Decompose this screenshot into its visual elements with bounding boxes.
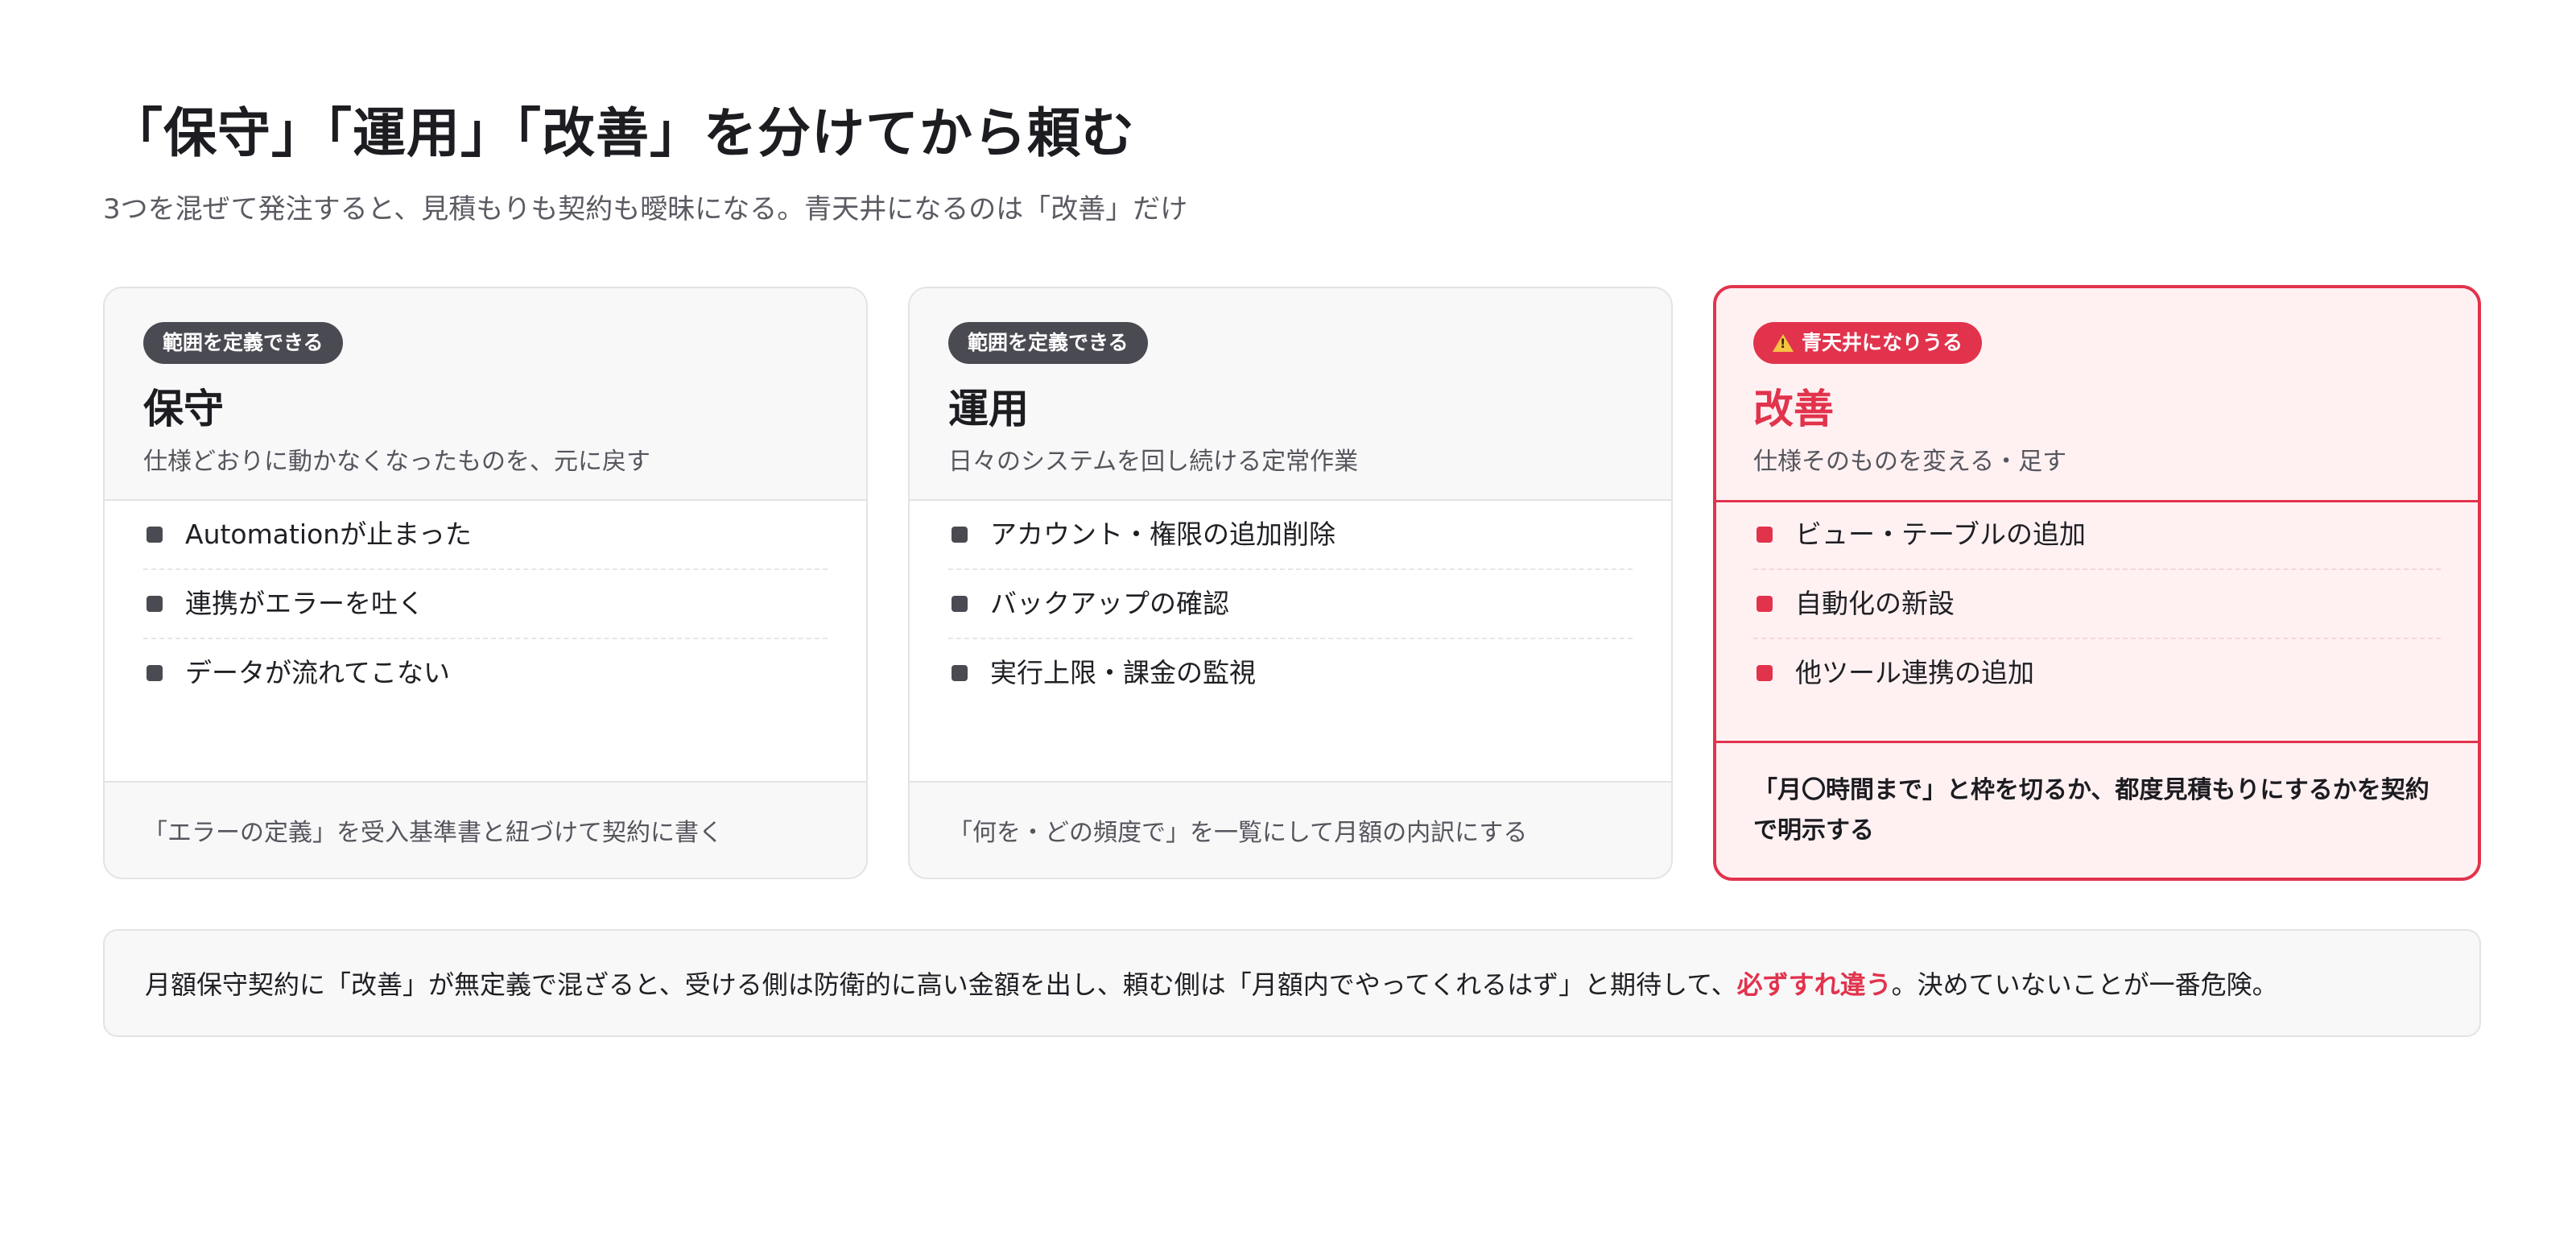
warning-icon xyxy=(1773,334,1794,352)
note-text-after: 。決めていないことが一番危険。 xyxy=(1891,969,2278,1000)
list-item: ビュー・テーブルの追加 xyxy=(1753,501,2441,570)
list-item: バックアップの確認 xyxy=(948,570,1633,639)
page-subtitle: 3つを混ぜて発注すると、見積もりも契約も曖昧になる。青天井になるのは「改善」だけ xyxy=(103,193,1188,225)
list-item: 自動化の新設 xyxy=(1753,570,2441,639)
card-title: 運用 xyxy=(948,386,1029,432)
card-header: 青天井になりうる 改善 仕様そのものを変える・足す xyxy=(1716,288,2478,502)
bullet-icon xyxy=(952,596,968,612)
list-item: 他ツール連携の追加 xyxy=(1753,639,2441,707)
card-description: 仕様どおりに動かなくなったものを、元に戻す xyxy=(143,448,650,476)
scope-badge: 範囲を定義できる xyxy=(948,322,1148,364)
bullet-icon xyxy=(952,665,968,681)
card-title: 保守 xyxy=(143,386,224,432)
card-footer-text: 「エラーの定義」を受入基準書と紐づけて契約に書く xyxy=(143,819,723,847)
scope-badge: 範囲を定義できる xyxy=(143,322,343,364)
bullet-icon xyxy=(1757,527,1773,543)
list-item-label: アカウント・権限の追加削除 xyxy=(990,519,1335,550)
list-item-label: 連携がエラーを吐く xyxy=(185,588,424,619)
card-description: 仕様そのものを変える・足す xyxy=(1753,448,2067,476)
list-item-label: 自動化の新設 xyxy=(1795,588,1955,619)
list-item-label: データが流れてこない xyxy=(185,657,451,688)
warning-badge: 青天井になりうる xyxy=(1753,322,1983,364)
warning-badge-label: 青天井になりうる xyxy=(1802,331,1963,354)
card-header: 範囲を定義できる 保守 仕様どおりに動かなくなったものを、元に戻す xyxy=(105,288,866,501)
note-highlight: 必ずすれ違う xyxy=(1736,969,1892,1000)
list-item: アカウント・権限の追加削除 xyxy=(948,501,1633,570)
card-header: 範囲を定義できる 運用 日々のシステムを回し続ける定常作業 xyxy=(910,288,1671,501)
bullet-icon xyxy=(1757,596,1773,612)
card-title: 改善 xyxy=(1753,386,1834,432)
card-operation: 範囲を定義できる 運用 日々のシステムを回し続ける定常作業 アカウント・権限の追… xyxy=(908,287,1673,879)
bullet-icon xyxy=(147,527,163,543)
list-item-label: バックアップの確認 xyxy=(990,588,1229,619)
card-item-list: ビュー・テーブルの追加 自動化の新設 他ツール連携の追加 xyxy=(1753,501,2441,707)
card-description: 日々のシステムを回し続ける定常作業 xyxy=(948,448,1359,476)
page-title: 「保守」「運用」「改善」を分けてから頼む xyxy=(109,102,1135,164)
card-item-list: Automationが止まった 連携がエラーを吐く データが流れてこない xyxy=(143,501,828,707)
list-item: 連携がエラーを吐く xyxy=(143,570,828,639)
list-item: 実行上限・課金の監視 xyxy=(948,639,1633,707)
bullet-icon xyxy=(147,665,163,681)
card-footer-text: 「月〇時間まで」と枠を切るか、都度見積もりにするかを契約で明示する xyxy=(1753,775,2429,845)
card-footer: 「月〇時間まで」と枠を切るか、都度見積もりにするかを契約で明示する xyxy=(1716,741,2478,878)
bullet-icon xyxy=(1757,665,1773,681)
card-footer: 「エラーの定義」を受入基準書と紐づけて契約に書く xyxy=(105,781,866,878)
list-item-label: 実行上限・課金の監視 xyxy=(990,657,1256,688)
list-item-label: ビュー・テーブルの追加 xyxy=(1795,519,2087,550)
warning-note: 月額保守契約に「改善」が無定義で混ざると、受ける側は防衛的に高い金額を出し、頼む… xyxy=(103,929,2481,1037)
category-cards: 範囲を定義できる 保守 仕様どおりに動かなくなったものを、元に戻す Automa… xyxy=(103,285,2481,882)
card-item-list: アカウント・権限の追加削除 バックアップの確認 実行上限・課金の監視 xyxy=(948,501,1633,707)
card-footer-text: 「何を・どの頻度で」を一覧にして月額の内訳にする xyxy=(948,819,1528,847)
list-item-label: 他ツール連携の追加 xyxy=(1795,657,2034,688)
list-item: Automationが止まった xyxy=(143,501,828,570)
note-text-before: 月額保守契約に「改善」が無定義で混ざると、受ける側は防衛的に高い金額を出し、頼む… xyxy=(145,969,1737,1000)
list-item-label: Automationが止まった xyxy=(185,519,472,550)
card-footer: 「何を・どの頻度で」を一覧にして月額の内訳にする xyxy=(910,781,1671,878)
list-item: データが流れてこない xyxy=(143,639,828,707)
bullet-icon xyxy=(952,527,968,543)
card-improvement: 青天井になりうる 改善 仕様そのものを変える・足す ビュー・テーブルの追加 自動… xyxy=(1713,285,2481,881)
card-maintenance: 範囲を定義できる 保守 仕様どおりに動かなくなったものを、元に戻す Automa… xyxy=(103,287,868,879)
bullet-icon xyxy=(147,596,163,612)
